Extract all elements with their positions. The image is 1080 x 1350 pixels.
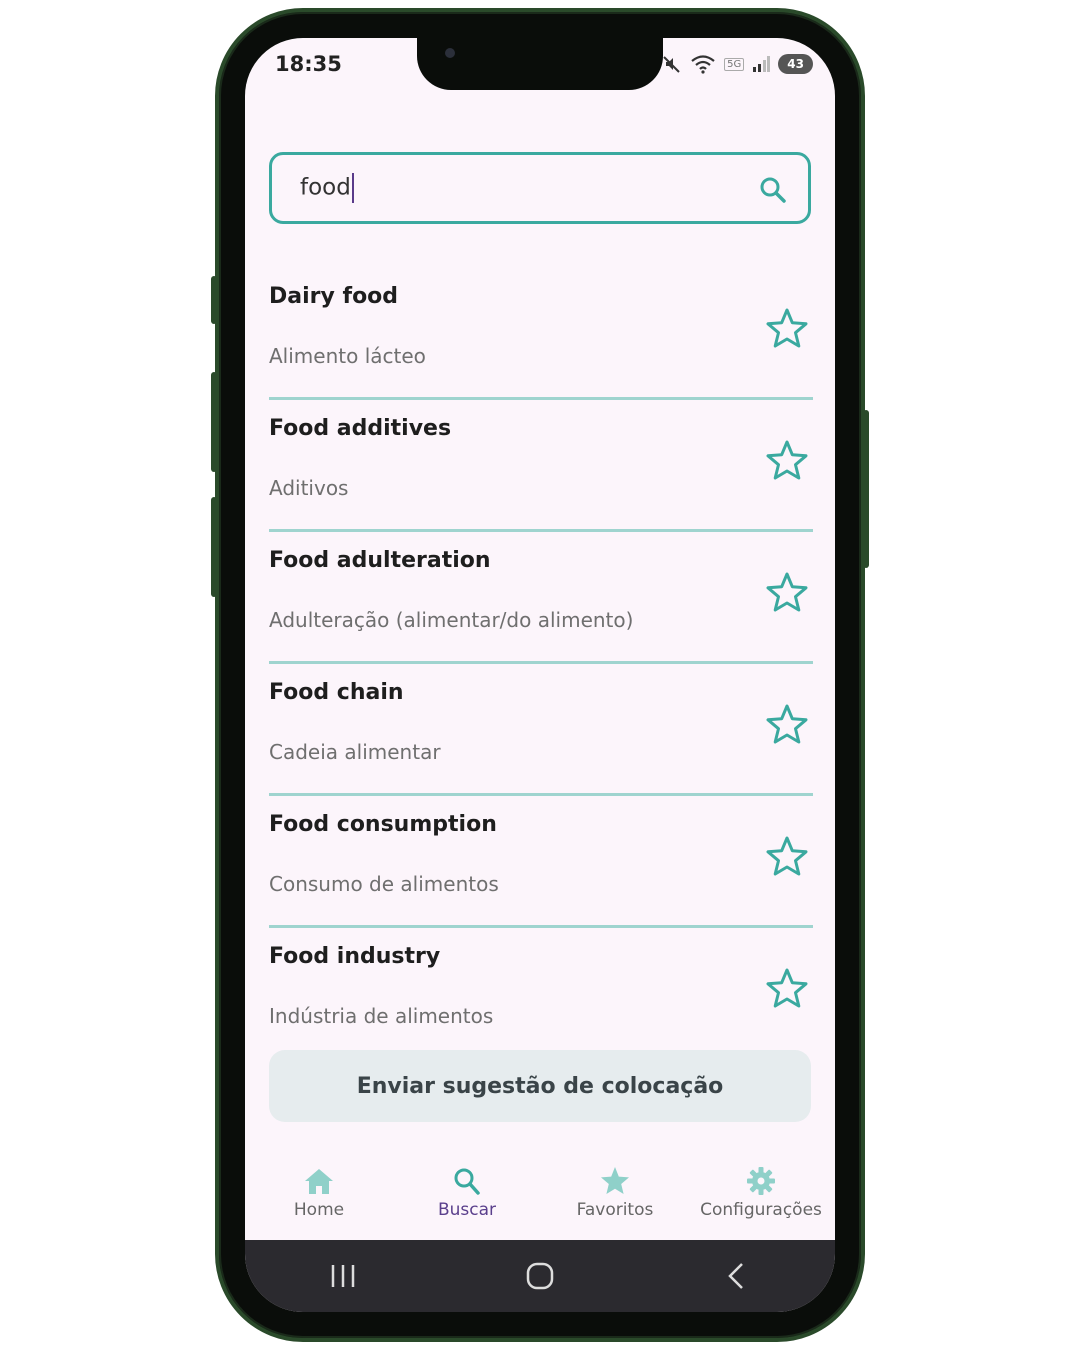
list-item[interactable]: Dairy food Alimento lácteo bbox=[269, 268, 813, 400]
nav-label-home: Home bbox=[293, 1200, 345, 1220]
search-text-wrapper: food bbox=[300, 173, 354, 203]
status-time: 18:35 bbox=[275, 52, 342, 76]
app-screen: 18:35 5G 43 food Dairy food Alimento lác… bbox=[245, 38, 835, 1312]
volume-down-button bbox=[211, 497, 217, 597]
search-input-value: food bbox=[300, 174, 351, 201]
item-translation: Alimento lácteo bbox=[269, 344, 426, 368]
favorite-star-icon[interactable] bbox=[765, 570, 809, 614]
wifi-icon bbox=[691, 55, 715, 74]
front-camera bbox=[445, 48, 455, 58]
search-icon bbox=[454, 1168, 480, 1195]
nav-item-favorites[interactable]: Favoritos bbox=[541, 1166, 689, 1220]
send-suggestion-button[interactable]: Enviar sugestão de colocação bbox=[269, 1050, 811, 1122]
mute-switch bbox=[211, 276, 217, 324]
text-caret bbox=[351, 173, 354, 203]
gear-icon bbox=[747, 1167, 775, 1195]
signal-icon bbox=[753, 56, 771, 72]
favorite-star-icon[interactable] bbox=[765, 306, 809, 350]
list-item[interactable]: Food consumption Consumo de alimentos bbox=[269, 796, 813, 928]
mute-icon bbox=[663, 56, 680, 73]
nav-item-search[interactable]: Buscar bbox=[393, 1166, 541, 1220]
nav-item-settings[interactable]: Configurações bbox=[687, 1166, 835, 1220]
power-button bbox=[863, 410, 869, 568]
nav-item-home[interactable]: Home bbox=[245, 1166, 393, 1220]
status-icons: 5G 43 bbox=[662, 54, 813, 74]
item-translation: Cadeia alimentar bbox=[269, 740, 441, 764]
battery-indicator: 43 bbox=[778, 54, 813, 74]
home-circle-icon bbox=[526, 1262, 554, 1290]
item-term: Food industry bbox=[269, 944, 441, 969]
system-navigation-bar bbox=[245, 1240, 835, 1312]
favorite-star-icon[interactable] bbox=[765, 438, 809, 482]
camera-notch bbox=[417, 38, 663, 90]
search-input[interactable]: food bbox=[269, 152, 811, 224]
home-icon bbox=[305, 1169, 333, 1194]
nav-label-settings: Configurações bbox=[700, 1200, 822, 1220]
back-chevron-icon bbox=[727, 1263, 743, 1289]
item-term: Food adulteration bbox=[269, 548, 491, 573]
favorite-star-icon[interactable] bbox=[765, 702, 809, 746]
favorite-star-icon[interactable] bbox=[765, 834, 809, 878]
item-translation: Adulteração (alimentar/do alimento) bbox=[269, 608, 634, 632]
star-icon bbox=[601, 1167, 629, 1194]
item-translation: Aditivos bbox=[269, 476, 349, 500]
home-system-button[interactable] bbox=[510, 1256, 570, 1296]
recent-apps-button[interactable] bbox=[313, 1256, 373, 1296]
item-term: Food consumption bbox=[269, 812, 497, 837]
recent-apps-icon bbox=[332, 1265, 355, 1287]
search-icon[interactable] bbox=[758, 175, 788, 205]
item-term: Food additives bbox=[269, 416, 452, 441]
list-item[interactable]: Food adulteration Adulteração (alimentar… bbox=[269, 532, 813, 664]
back-button[interactable] bbox=[707, 1256, 767, 1296]
item-translation: Indústria de alimentos bbox=[269, 1004, 494, 1028]
item-translation: Consumo de alimentos bbox=[269, 872, 499, 896]
bottom-navigation: Home Buscar Favoritos Configurações bbox=[245, 1154, 835, 1240]
favorite-star-icon[interactable] bbox=[765, 966, 809, 1010]
network-type-label: 5G bbox=[724, 57, 745, 71]
list-item[interactable]: Food industry Indústria de alimentos bbox=[269, 928, 813, 1060]
list-item[interactable]: Food chain Cadeia alimentar bbox=[269, 664, 813, 796]
nav-label-favorites: Favoritos bbox=[576, 1200, 654, 1220]
item-term: Dairy food bbox=[269, 284, 399, 309]
volume-up-button bbox=[211, 372, 217, 472]
item-term: Food chain bbox=[269, 680, 404, 705]
nav-label-search: Buscar bbox=[437, 1200, 497, 1220]
results-list: Dairy food Alimento lácteo Food additive… bbox=[269, 268, 813, 1060]
list-item[interactable]: Food additives Aditivos bbox=[269, 400, 813, 532]
